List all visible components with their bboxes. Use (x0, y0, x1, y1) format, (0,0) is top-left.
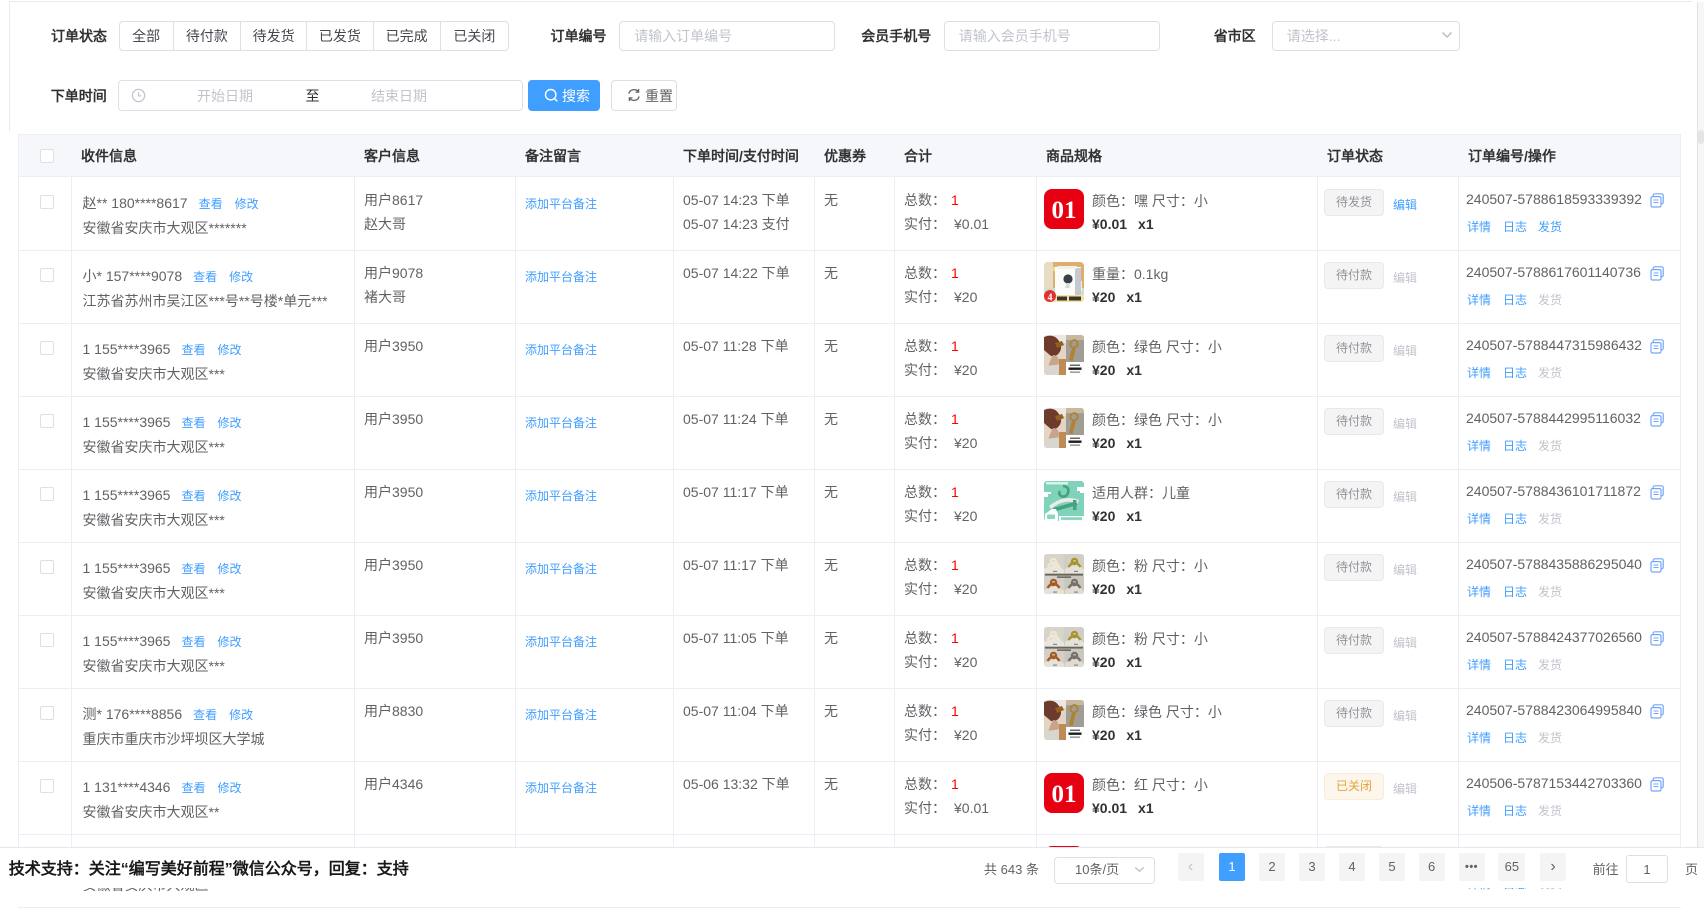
svg-text:4: 4 (1048, 293, 1053, 303)
svg-text:01: 01 (1052, 781, 1077, 808)
svg-text:01: 01 (1052, 197, 1077, 224)
